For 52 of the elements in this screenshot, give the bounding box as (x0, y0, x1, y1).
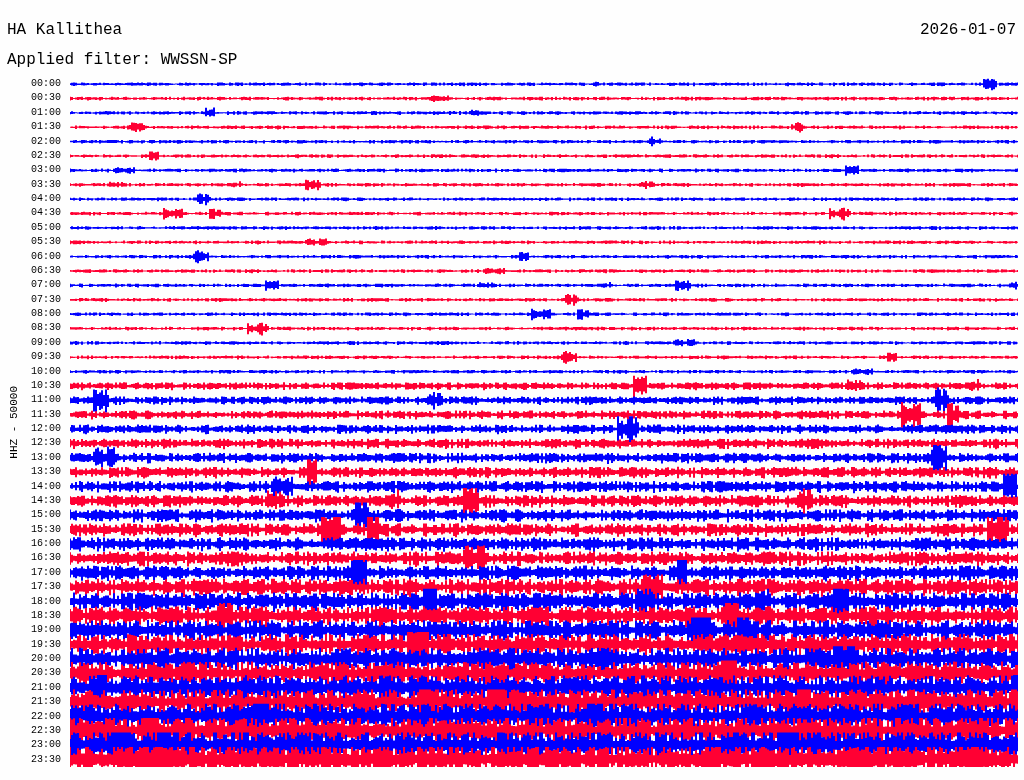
time-label: 16:00 (31, 537, 61, 551)
time-label: 08:00 (31, 307, 61, 321)
time-label: 02:00 (31, 134, 61, 149)
time-label: 02:30 (31, 148, 61, 163)
time-label: 10:30 (31, 378, 61, 393)
time-label: 07:30 (31, 292, 61, 307)
time-label: 10:00 (31, 364, 61, 379)
time-label: 04:30 (31, 206, 61, 221)
time-label: 18:30 (31, 608, 61, 623)
time-label: 19:30 (31, 637, 61, 652)
time-label: 09:00 (31, 335, 61, 350)
time-label: 04:00 (31, 192, 61, 206)
time-label: 09:30 (31, 350, 61, 365)
time-label: 11:00 (31, 393, 61, 408)
time-label: 18:00 (31, 594, 61, 609)
filter-label: Applied filter: WWSSN-SP (7, 50, 239, 70)
time-label: 21:00 (31, 680, 61, 695)
time-label: 23:00 (31, 738, 61, 753)
time-label: 06:30 (31, 263, 61, 278)
time-label: 20:00 (31, 652, 61, 666)
time-label: 03:30 (31, 177, 61, 192)
time-label: 17:00 (31, 565, 61, 580)
time-label: 01:30 (31, 120, 61, 135)
time-label: 03:00 (31, 163, 61, 178)
time-label: 12:30 (31, 436, 61, 451)
time-label: 01:00 (31, 105, 61, 120)
time-label: 07:00 (31, 278, 61, 293)
time-label: 05:30 (31, 235, 61, 250)
time-label: 11:30 (31, 407, 61, 422)
time-label: 14:30 (31, 493, 61, 508)
time-label: 21:30 (31, 695, 61, 710)
date-label: 2026-01-07 (920, 20, 1016, 40)
time-label: 15:00 (31, 508, 61, 523)
time-label: 16:30 (31, 551, 61, 566)
time-label: 13:30 (31, 465, 61, 480)
time-label: 22:00 (31, 709, 61, 724)
time-label: 17:30 (31, 580, 61, 595)
time-label: 00:30 (31, 91, 61, 106)
time-label: 19:00 (31, 623, 61, 638)
time-label: 12:00 (31, 422, 61, 436)
time-label: 06:00 (31, 249, 61, 264)
time-label: 00:00 (31, 77, 61, 91)
time-label: 20:30 (31, 666, 61, 681)
time-label: 08:30 (31, 321, 61, 336)
time-label: 23:30 (31, 752, 61, 767)
time-label: 05:00 (31, 220, 61, 235)
time-label: 14:00 (31, 479, 61, 494)
time-label: 22:30 (31, 723, 61, 738)
station-name: HA Kallithea (7, 20, 123, 40)
axis-label: HHZ - 50000 (8, 385, 20, 459)
time-label: 13:00 (31, 450, 61, 465)
time-label: 15:30 (31, 522, 61, 537)
